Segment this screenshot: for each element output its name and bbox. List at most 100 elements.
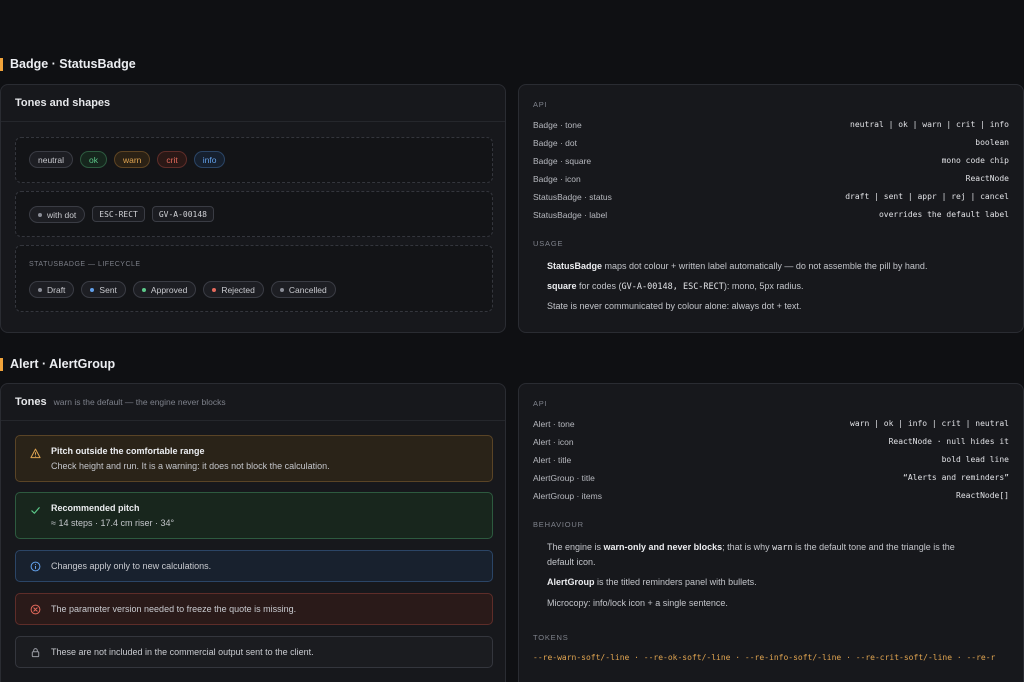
api-row: StatusBadge · status draft | sent | appr …	[533, 192, 1009, 202]
prop-value: ReactNode	[965, 174, 1009, 183]
prop-name: StatusBadge · label	[533, 210, 608, 220]
text: ; that is why	[722, 542, 773, 552]
text: ): mono, 5px radius.	[723, 281, 804, 291]
dot-icon	[212, 287, 217, 292]
prop-value: mono code chip	[941, 156, 1009, 165]
api-row: Badge · tone neutral | ok | warn | crit |…	[533, 120, 1009, 130]
prop-name: StatusBadge · status	[533, 192, 612, 202]
badge-crit: crit	[157, 151, 187, 168]
alert-tones-card: Tones warn is the default — the engine n…	[0, 383, 506, 682]
alert-text: These are not included in the commercial…	[51, 647, 314, 657]
alert-body: Check height and run. It is a warning: i…	[51, 461, 330, 471]
section-heading: Alert · AlertGroup	[10, 357, 116, 371]
prop-value: ReactNode · null hides it	[888, 437, 1009, 446]
usage-line-2: square for codes (GV-A-00148, ESC-RECT):…	[547, 279, 963, 294]
api-row: AlertGroup · title “Alerts and reminders”	[533, 473, 1009, 483]
section-title-badge: Badge · StatusBadge	[0, 57, 136, 71]
behaviour-line-2: AlertGroup is the titled reminders panel…	[547, 575, 963, 589]
alert-text: Changes apply only to new calculations.	[51, 561, 212, 571]
x-circle-icon	[28, 602, 42, 616]
warning-triangle-icon	[28, 446, 42, 460]
status-label: Sent	[99, 284, 117, 295]
accent-bar	[0, 57, 3, 71]
emphasis: square	[547, 281, 577, 291]
api-row: Alert · title bold lead line	[533, 455, 1009, 465]
status-label: Cancelled	[288, 284, 327, 295]
api-row: Badge · icon ReactNode	[533, 174, 1009, 184]
badge-ok: ok	[80, 151, 107, 168]
card-header: Tones warn is the default — the engine n…	[1, 384, 505, 421]
text: for codes (	[576, 281, 622, 291]
shapes-row: with dot ESC-RECT GV-A-00148	[29, 206, 214, 223]
emphasis: AlertGroup	[547, 577, 595, 587]
prop-value: bold lead line	[941, 455, 1009, 464]
status-label: Draft	[47, 284, 66, 295]
lifecycle-box	[15, 245, 493, 312]
card-subtitle: warn is the default — the engine never b…	[53, 397, 226, 407]
code-chip: ESC-RECT	[92, 206, 145, 222]
badge-info: info	[193, 151, 226, 168]
badge-api-card: API Badge · tone neutral | ok | warn | cr…	[518, 84, 1024, 333]
tokens-list: --re-warn-soft/-line · --re-ok-soft/-lin…	[533, 653, 996, 662]
section-heading: Badge · StatusBadge	[10, 57, 136, 71]
badge-with-dot: with dot	[29, 206, 86, 223]
alert-api-card: API Alert · tone warn | ok | info | crit …	[518, 383, 1024, 682]
alert-crit: The parameter version needed to freeze t…	[15, 593, 493, 625]
behaviour-line-1: The engine is warn-only and never blocks…	[547, 540, 955, 569]
tokens-label: TOKENS	[533, 633, 569, 642]
dot-icon	[38, 212, 42, 217]
prop-value: neutral | ok | warn | crit | info	[850, 120, 1009, 129]
inline-code: warn	[772, 543, 793, 553]
tone-pills-row: neutral ok warn crit info	[29, 151, 226, 168]
status-badge-cancelled: Cancelled	[270, 281, 336, 298]
tones-shapes-card: Tones and shapes neutral ok warn crit in…	[0, 84, 506, 333]
status-badge-rejected: Rejected	[203, 281, 264, 298]
text: The engine is	[547, 542, 604, 552]
lifecycle-caption: STATUSBADGE — LIFECYCLE	[29, 261, 141, 268]
prop-name: AlertGroup · items	[533, 491, 602, 501]
emphasis: StatusBadge	[547, 261, 603, 271]
card-header: Tones and shapes	[1, 85, 505, 122]
prop-name: Alert · icon	[533, 437, 574, 447]
card-title: Tones	[15, 396, 47, 408]
behaviour-line-3: Microcopy: info/lock icon + a single sen…	[547, 598, 728, 608]
prop-value: “Alerts and reminders”	[903, 473, 1009, 482]
section-title-alert: Alert · AlertGroup	[0, 357, 115, 371]
badge-label: with dot	[47, 209, 77, 220]
text: is the titled reminders panel with bulle…	[594, 577, 757, 587]
status-badge-draft: Draft	[29, 281, 75, 298]
prop-value: draft | sent | appr | rej | cancel	[845, 192, 1009, 201]
prop-name: Badge · dot	[533, 138, 577, 148]
emphasis: warn-only and never blocks	[603, 542, 723, 552]
badge-warn: warn	[113, 151, 151, 168]
prop-name: Badge · icon	[533, 174, 581, 184]
prop-value: warn | ok | info | crit | neutral	[850, 419, 1009, 428]
prop-value: overrides the default label	[878, 210, 1009, 219]
api-row: Alert · tone warn | ok | info | crit | ne…	[533, 419, 1009, 429]
prop-name: Badge · square	[533, 156, 592, 166]
dot-icon	[279, 287, 284, 292]
status-label: Rejected	[221, 284, 255, 295]
alert-ok: Recommended pitch ≈ 14 steps · 17.4 cm r…	[15, 492, 493, 539]
alert-neutral: These are not included in the commercial…	[15, 636, 493, 668]
card-title: Tones and shapes	[15, 97, 111, 109]
usage-line-1: StatusBadge maps dot colour + written la…	[547, 259, 963, 273]
badge-neutral: neutral	[29, 151, 73, 168]
accent-bar	[0, 357, 3, 371]
api-label: API	[533, 100, 548, 109]
status-label: Approved	[150, 284, 188, 295]
info-icon	[28, 559, 42, 573]
dot-icon	[90, 287, 95, 292]
prop-name: Alert · title	[533, 455, 572, 465]
behaviour-label: BEHAVIOUR	[533, 520, 584, 529]
api-label: API	[533, 399, 548, 408]
alert-warn: Pitch outside the comfortable range Chec…	[15, 435, 493, 482]
text: maps dot colour + written label automati…	[602, 261, 928, 271]
dot-icon	[38, 287, 42, 292]
status-badge-sent: Sent	[81, 281, 126, 298]
alert-info: Changes apply only to new calculations.	[15, 550, 493, 582]
usage-label: USAGE	[533, 239, 564, 248]
usage-line-3: State is never communicated by colour al…	[547, 301, 802, 311]
prop-name: Alert · tone	[533, 419, 575, 429]
api-row: Badge · square mono code chip	[533, 156, 1009, 166]
